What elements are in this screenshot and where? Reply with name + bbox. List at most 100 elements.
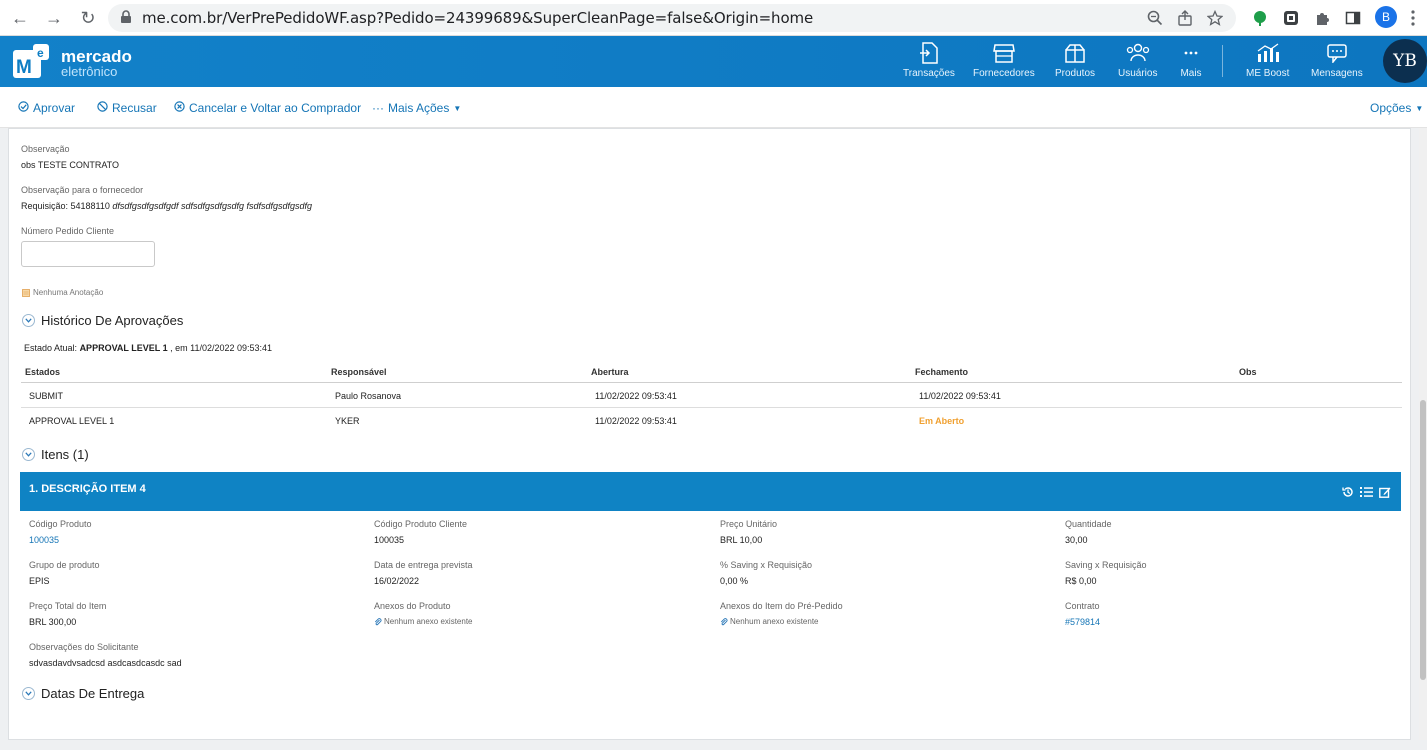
chevron-down-icon (22, 314, 35, 327)
requester-notes-label: Observações do Solicitante (29, 642, 139, 652)
app-header: M e mercado eletrônico Transações Fornec… (0, 36, 1427, 87)
nav-label: Transações (903, 68, 955, 79)
users-icon (1125, 42, 1151, 64)
observation-label: Observação (21, 144, 70, 154)
nav-label: Mensagens (1311, 68, 1363, 79)
header-divider (1222, 45, 1223, 77)
items-toggle[interactable]: Itens (1) (22, 447, 89, 462)
approve-label: Aprovar (33, 101, 76, 115)
client-order-number-input[interactable] (21, 241, 155, 267)
supplier-observation-detail: dfsdfgsdfgsdfgdf sdfsdfgsdfgsdfg fsdfsdf… (112, 201, 313, 211)
share-icon[interactable] (1176, 9, 1194, 27)
supplier-observation-prefix: Requisição: 54188110 (21, 201, 110, 211)
nav-produtos[interactable]: Produtos (1055, 42, 1095, 79)
total-price-label: Preço Total do Item (29, 601, 107, 611)
annotation-text: Nenhuma Anotação (33, 288, 104, 297)
row-2-responsavel-link[interactable]: YKER (335, 416, 360, 426)
side-panel-icon[interactable] (1343, 8, 1363, 28)
more-icon (1178, 42, 1204, 64)
product-group-value: EPIS (29, 576, 50, 586)
product-attachments-value: Nenhum anexo existente (374, 617, 473, 626)
item-title: 1. DESCRIÇÃO ITEM 4 (29, 483, 146, 495)
item-header-bar: 1. DESCRIÇÃO ITEM 4 (20, 472, 1401, 511)
nav-me-boost[interactable]: ME Boost (1246, 42, 1289, 79)
row-1-abertura: 11/02/2022 09:53:41 (595, 391, 677, 401)
contract-link[interactable]: #579814 (1065, 617, 1100, 627)
box-icon (1062, 42, 1088, 64)
contract-label: Contrato (1065, 601, 1100, 611)
zoom-icon[interactable] (1146, 9, 1164, 27)
product-code-label: Código Produto (29, 519, 92, 529)
approve-button[interactable]: Aprovar (18, 101, 75, 115)
extension-grid-icon[interactable] (1281, 8, 1301, 28)
current-state: Estado Atual: APPROVAL LEVEL 1 , em 11/0… (24, 343, 272, 353)
scrollbar-thumb[interactable] (1420, 400, 1426, 680)
nav-mensagens[interactable]: Mensagens (1311, 42, 1363, 79)
saving-value: R$ 0,00 (1065, 576, 1097, 586)
client-order-number-label: Número Pedido Cliente (21, 226, 115, 236)
item-attachments-text: Nenhum anexo existente (730, 617, 819, 626)
unit-price-value: BRL 10,00 (720, 535, 763, 545)
nav-transacoes[interactable]: Transações (903, 42, 955, 79)
note-icon (22, 288, 30, 297)
nav-usuarios[interactable]: Usuários (1118, 42, 1157, 79)
refuse-label: Recusar (112, 101, 157, 115)
bookmark-star-icon[interactable] (1206, 9, 1224, 27)
annotation-link[interactable]: Nenhuma Anotação (22, 288, 103, 297)
supplier-observation-label: Observação para o fornecedor (21, 185, 144, 195)
current-state-date: , em 11/02/2022 09:53:41 (170, 343, 273, 353)
row-2-abertura: 11/02/2022 09:53:41 (595, 416, 677, 426)
observation-value: obs TESTE CONTRATO (21, 160, 120, 170)
items-title: Itens (1) (41, 447, 89, 462)
logo-text-sub: eletrônico (61, 64, 118, 79)
back-arrow-icon[interactable]: ← (8, 6, 32, 30)
list-details-icon[interactable] (1360, 485, 1373, 503)
chevron-down-icon (22, 687, 35, 700)
profile-avatar[interactable]: B (1375, 6, 1397, 28)
caret-down-icon: ▼ (453, 103, 462, 113)
table-row-divider (21, 407, 1402, 408)
cancel-return-button[interactable]: Cancelar e Voltar ao Comprador (174, 101, 361, 115)
caret-down-icon: ▼ (1415, 103, 1424, 113)
product-code-link[interactable]: 100035 (29, 535, 59, 545)
total-price-value: BRL 300,00 (29, 617, 77, 627)
nav-mais[interactable]: Mais (1178, 42, 1204, 79)
nav-label: Produtos (1055, 68, 1096, 79)
product-group-label: Grupo de produto (29, 560, 100, 570)
user-avatar[interactable]: YB (1383, 39, 1427, 83)
unit-price-label: Preço Unitário (720, 519, 778, 529)
ban-icon (97, 101, 108, 115)
approval-history-toggle[interactable]: Histórico De Aprovações (22, 313, 183, 328)
address-bar[interactable]: me.com.br/VerPrePedidoWF.asp?Pedido=2439… (108, 4, 1236, 32)
extensions-puzzle-icon[interactable] (1312, 8, 1332, 28)
extension-leaf-icon[interactable] (1250, 8, 1270, 28)
nav-label: Mais (1180, 68, 1202, 79)
saving-percent-label: % Saving x Requisição (720, 560, 813, 570)
approval-history-title: Histórico De Aprovações (41, 313, 184, 328)
delivery-dates-toggle[interactable]: Datas De Entrega (22, 686, 144, 701)
current-state-value: APPROVAL LEVEL 1 (79, 343, 168, 353)
forward-arrow-icon[interactable]: → (42, 6, 66, 30)
refuse-button[interactable]: Recusar (97, 101, 157, 115)
delivery-dates-title: Datas De Entrega (41, 686, 145, 701)
row-1-estado: SUBMIT (29, 391, 64, 401)
mercado-eletronico-logo[interactable]: M e mercado eletrônico (13, 44, 143, 80)
nav-fornecedores[interactable]: Fornecedores (973, 42, 1035, 79)
column-header-obs: Obs (1239, 367, 1257, 377)
more-actions-dropdown[interactable]: ··· Mais Ações ▼ (372, 101, 461, 115)
history-icon[interactable] (1342, 485, 1354, 503)
row-1-responsavel: Paulo Rosanova (335, 391, 402, 401)
logo-mark-icon: M e (13, 44, 49, 78)
edit-icon[interactable] (1379, 485, 1391, 503)
options-dropdown[interactable]: Opções ▼ (1370, 101, 1423, 115)
more-actions-label: Mais Ações (388, 101, 450, 115)
nav-label: Fornecedores (973, 68, 1035, 79)
client-product-code-value: 100035 (374, 535, 405, 545)
quantity-label: Quantidade (1065, 519, 1112, 529)
item-attachments-value: Nenhum anexo existente (720, 617, 819, 626)
browser-menu-icon[interactable] (1410, 8, 1416, 28)
product-attachments-label: Anexos do Produto (374, 601, 451, 611)
nav-label: ME Boost (1246, 68, 1290, 79)
column-header-estados: Estados (25, 367, 61, 377)
reload-icon[interactable]: ↻ (76, 6, 100, 30)
